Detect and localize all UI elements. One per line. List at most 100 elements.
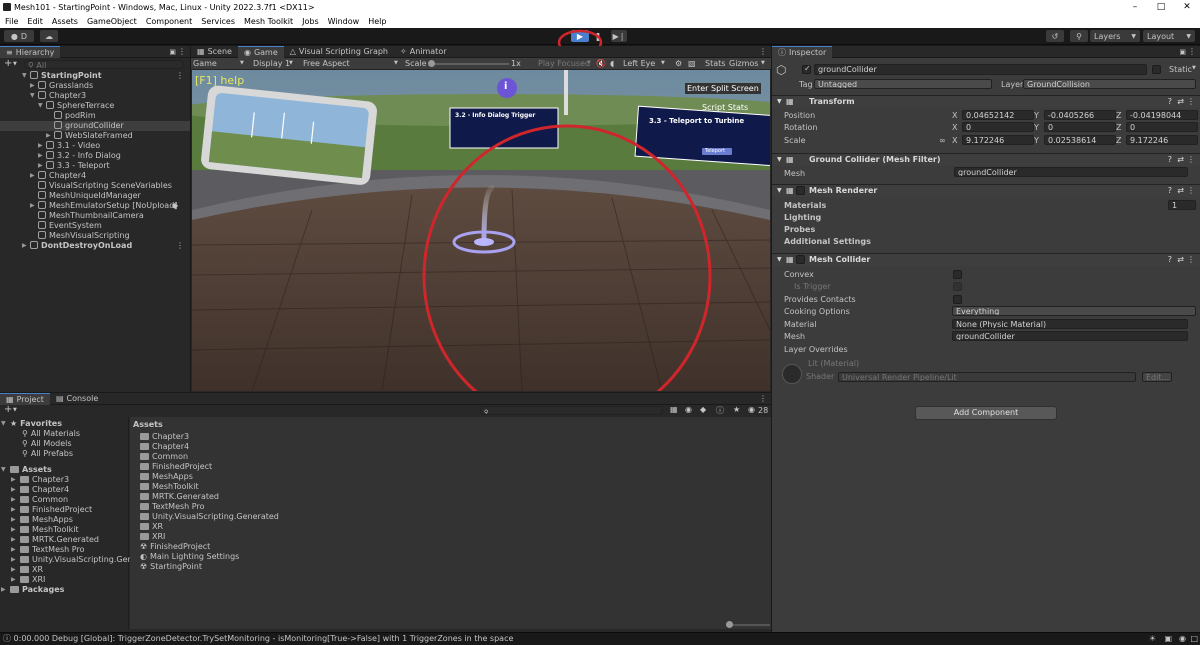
sign-teleport-button[interactable]: Teleport	[705, 148, 725, 154]
shader-edit-button[interactable]: Edit...	[1142, 372, 1172, 382]
mesh-collider-header[interactable]: ▼ ▦ Mesh Collider? ⇄ ⋮	[772, 253, 1200, 266]
asset-folder-item[interactable]: ▶ Common	[0, 495, 129, 505]
menu-help[interactable]: Help	[368, 17, 386, 26]
close-button[interactable]: ✕	[1174, 0, 1200, 14]
layers-dropdown[interactable]: Layers ▼	[1090, 30, 1140, 42]
expand-arrow-icon[interactable]: ▶	[11, 555, 18, 565]
hierarchy-item[interactable]: ▶ WebSlateFramed	[0, 131, 190, 141]
expand-arrow-icon[interactable]: ▼	[38, 101, 45, 111]
expand-arrow-icon[interactable]: ▼	[30, 91, 37, 101]
expand-arrow-icon[interactable]: ▼	[1, 419, 8, 429]
display-mode-dropdown[interactable]: Game	[193, 59, 217, 68]
lock-icon[interactable]: ▣	[169, 48, 176, 56]
hierarchy-item[interactable]: podRim	[0, 111, 190, 121]
preset-icon[interactable]: ⇄	[1177, 185, 1184, 197]
asset-file[interactable]: ☢ StartingPoint	[140, 562, 202, 572]
hierarchy-item[interactable]: ▶ 3.3 - Teleport	[0, 161, 190, 171]
kebab-menu-icon[interactable]: ⋮	[1187, 254, 1195, 266]
packages-item[interactable]: ▶ Packages	[0, 585, 129, 595]
expand-arrow-icon[interactable]: ▶	[11, 515, 18, 525]
preset-icon[interactable]: ⇄	[1177, 154, 1184, 166]
tab-scene[interactable]: ▦ Scene	[191, 46, 238, 58]
expand-arrow-icon[interactable]: ▶	[11, 565, 18, 575]
audio-icon[interactable]: 🔇	[596, 59, 606, 68]
menu-jobs[interactable]: Jobs	[302, 17, 319, 26]
scale-slider-thumb[interactable]	[428, 60, 435, 67]
help-icon[interactable]: ?	[1168, 185, 1172, 197]
tab-game[interactable]: ◉ Game	[237, 45, 284, 58]
expand-arrow-icon[interactable]: ▶	[30, 171, 37, 181]
help-icon[interactable]: ?	[1168, 154, 1172, 166]
tab-visual-scripting-graph[interactable]: △ Visual Scripting Graph	[284, 46, 394, 58]
rotation-field-y[interactable]: 0	[1044, 122, 1116, 132]
expand-arrow-icon[interactable]: ▼	[777, 96, 782, 108]
position-field-y[interactable]: -0.0405266	[1044, 110, 1116, 120]
mesh-field[interactable]: groundCollider	[954, 167, 1188, 177]
asset-folder-item[interactable]: ▶ Chapter3	[0, 475, 129, 485]
help-icon[interactable]: ?	[1168, 96, 1172, 108]
kebab-menu-icon[interactable]: ⋮	[1187, 185, 1195, 197]
provides-contacts-checkbox[interactable]	[953, 295, 962, 304]
hierarchy-item[interactable]: groundCollider	[0, 121, 190, 131]
info-icon[interactable]: i	[504, 81, 507, 92]
menu-edit[interactable]: Edit	[27, 17, 43, 26]
hierarchy-item[interactable]: ▼ StartingPoint ⋮	[0, 71, 190, 81]
menu-window[interactable]: Window	[328, 17, 360, 26]
kebab-menu-icon[interactable]: ⋮	[1187, 154, 1195, 166]
position-field-x[interactable]: 0.04652142	[962, 110, 1034, 120]
kebab-menu-icon[interactable]: ⋮	[176, 71, 184, 81]
gizmos-button[interactable]: Gizmos	[729, 59, 758, 68]
expand-arrow-icon[interactable]: ▶	[30, 81, 37, 91]
name-field[interactable]: groundCollider	[814, 64, 1147, 75]
help-icon[interactable]: ?	[1168, 254, 1172, 266]
kebab-menu-icon[interactable]: ⋮	[178, 47, 186, 56]
expand-arrow-icon[interactable]: ▶	[38, 141, 45, 151]
kebab-menu-icon[interactable]: ⋮	[1188, 47, 1196, 56]
collider-mesh-field[interactable]: groundCollider	[952, 331, 1188, 341]
expand-arrow-icon[interactable]: ▶	[11, 545, 18, 555]
tab-project[interactable]: ▦ Project	[0, 392, 50, 405]
layout-dropdown[interactable]: Layout ▼	[1143, 30, 1195, 42]
account-button[interactable]: ● D	[4, 30, 34, 42]
asset-folder-item[interactable]: ▶ Unity.VisualScripting.Genera	[0, 555, 146, 565]
asset-folder-item[interactable]: ▶ MeshToolkit	[0, 525, 129, 535]
transform-header[interactable]: ▼ ▦ Transform? ⇄ ⋮	[772, 95, 1200, 108]
position-field-z[interactable]: -0.04198044	[1126, 110, 1198, 120]
expand-arrow-icon[interactable]: ▶	[1, 585, 8, 595]
expand-arrow-icon[interactable]: ▶	[11, 495, 18, 505]
menu-gameobject[interactable]: GameObject	[87, 17, 137, 26]
icon-size-slider[interactable]	[726, 621, 770, 628]
maximize-button[interactable]: □	[1148, 0, 1174, 14]
filter-type-icon[interactable]: ▦	[670, 405, 678, 414]
hierarchy-item[interactable]: VisualScripting SceneVariables	[0, 181, 190, 191]
keyboard-icon[interactable]: ▧	[688, 59, 696, 68]
asset-file[interactable]: Chapter4	[140, 442, 189, 452]
favorites-item[interactable]: ▼ ★ Favorites	[0, 419, 129, 429]
preset-icon[interactable]: ⇄	[1177, 96, 1184, 108]
aspect-dropdown[interactable]: Free Aspect	[303, 59, 350, 68]
info-icon[interactable]: ⓘ	[716, 405, 724, 416]
kebab-menu-icon[interactable]: ⋮	[176, 241, 184, 251]
expand-arrow-icon[interactable]: ▶	[38, 161, 45, 171]
expand-arrow-icon[interactable]: ▶	[38, 151, 45, 161]
expand-arrow-icon[interactable]: ▶	[46, 131, 53, 141]
asset-folder-item[interactable]: ▶ Chapter4	[0, 485, 129, 495]
static-checkbox[interactable]	[1152, 65, 1161, 74]
filter-label-icon[interactable]: ◉	[685, 405, 692, 414]
star-icon[interactable]: ★	[733, 405, 740, 414]
favorite-item[interactable]: ⚲ All Materials	[0, 429, 129, 439]
component-enabled-checkbox[interactable]	[796, 186, 805, 195]
asset-file[interactable]: Unity.VisualScripting.Generated	[140, 512, 279, 522]
history-button[interactable]: ↺	[1046, 30, 1064, 42]
hierarchy-item[interactable]: ▶ MeshEmulatorSetup [NoUpload] ◆	[0, 201, 190, 211]
expand-arrow-icon[interactable]: ▶	[11, 485, 18, 495]
debug-icon[interactable]: ◉	[1179, 633, 1186, 645]
menu-mesh-toolkit[interactable]: Mesh Toolkit	[244, 17, 293, 26]
display-dropdown[interactable]: Display 1	[253, 59, 290, 68]
tab-hierarchy[interactable]: ≡ Hierarchy	[0, 45, 61, 58]
network-icon[interactable]: ▣	[1164, 633, 1172, 645]
asset-file[interactable]: ◐ Main Lighting Settings	[140, 552, 239, 562]
asset-folder-item[interactable]: ▶ XR	[0, 565, 129, 575]
material-field[interactable]: None (Physic Material)	[952, 319, 1188, 329]
expand-arrow-icon[interactable]: ▼	[1, 465, 8, 475]
